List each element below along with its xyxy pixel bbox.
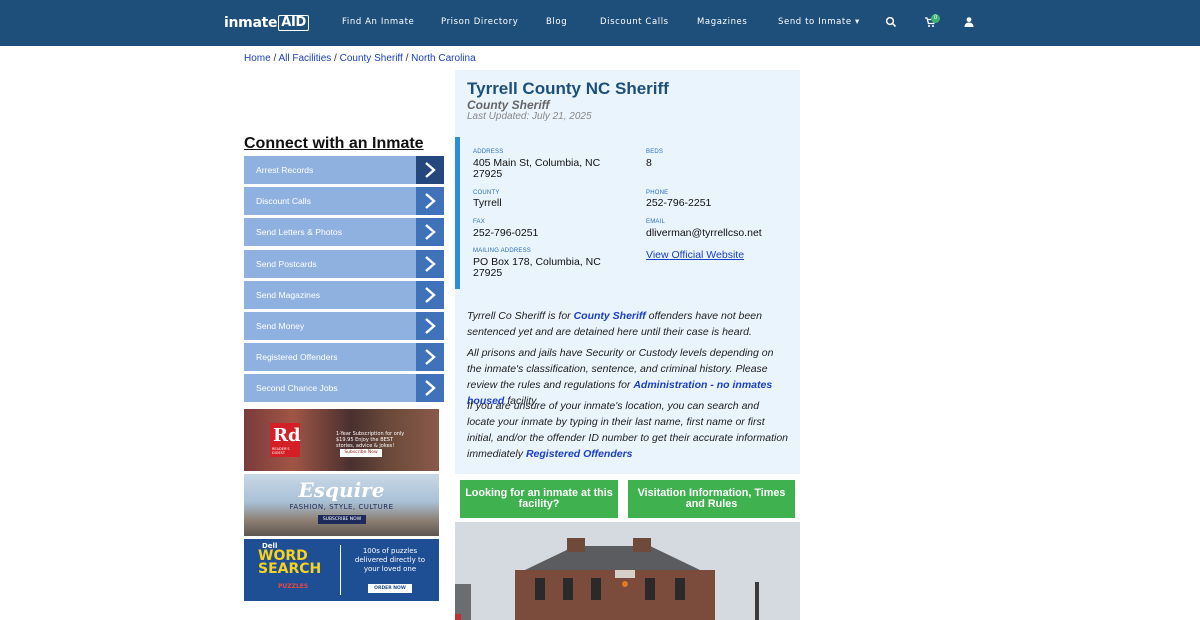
word-search-order-button: ORDER NOW <box>368 584 412 593</box>
rd-brand-text: READER'S DIGEST <box>272 447 290 455</box>
side-item-label: Send Postcards <box>256 258 317 269</box>
rd-logo-box: Rd READER'S DIGEST <box>270 423 301 457</box>
logo-text: inmate <box>224 15 278 31</box>
chevron-right-icon <box>416 374 444 403</box>
looking-for-inmate-button[interactable]: Looking for an inmate at this facility? <box>460 480 618 518</box>
side-item-discount-calls[interactable]: Discount Calls <box>244 187 444 216</box>
fax-value: 252-796-0251 <box>473 227 539 239</box>
ad-divider <box>340 545 341 595</box>
side-item-label: Send Letters & Photos <box>256 227 342 238</box>
esquire-ad[interactable]: Esquire FASHION, STYLE, CULTURE SUBSCRIB… <box>244 474 439 536</box>
facility-info-panel: Tyrrell County NC Sheriff County Sheriff… <box>455 70 800 474</box>
logo-box-text: AID <box>278 15 309 31</box>
rd-subscribe-button: Subscribe Now <box>340 449 382 457</box>
county-value: Tyrrell <box>473 197 502 209</box>
facility-type: County Sheriff <box>467 98 550 112</box>
registered-offenders-link[interactable]: Registered Offenders <box>526 448 633 460</box>
side-item-label: Send Money <box>256 320 305 331</box>
chevron-right-icon <box>416 280 444 309</box>
side-item-send-postcards[interactable]: Send Postcards <box>244 249 444 278</box>
chevron-right-icon <box>416 311 444 340</box>
side-item-label: Arrest Records <box>256 165 314 175</box>
chevron-right-icon <box>416 156 444 184</box>
side-item-label: Send Magazines <box>256 289 321 300</box>
word-search-ad[interactable]: Dell WORD SEARCH PUZZLES 100s of puzzles… <box>244 539 439 601</box>
connect-title: Connect with an Inmate <box>244 135 424 152</box>
chevron-right-icon <box>416 343 444 372</box>
word-search-logo: WORD SEARCH <box>258 548 322 577</box>
caret-down-icon: ▾ <box>855 17 860 27</box>
description-paragraph-1: Tyrrell Co Sheriff is for County Sheriff… <box>467 308 789 340</box>
cart-count-badge: 0 <box>931 14 940 23</box>
esquire-logo: Esquire <box>298 478 385 502</box>
building-illustration <box>455 522 800 620</box>
side-item-label: Second Chance Jobs <box>256 383 338 394</box>
chevron-right-icon <box>416 249 444 278</box>
user-icon[interactable] <box>963 15 977 29</box>
top-navbar: inmate AID Find An Inmate Prison Director… <box>0 0 1200 46</box>
chevron-right-icon <box>416 187 444 216</box>
connect-menu: Arrest Records Discount Calls Send Lette… <box>244 156 444 406</box>
site-logo[interactable]: inmate AID <box>224 14 309 32</box>
desc-text: Tyrrell Co Sheriff is for <box>467 310 574 322</box>
readers-digest-ad[interactable]: Rd READER'S DIGEST 1-Year Subscription f… <box>244 409 439 471</box>
facility-updated: Last Updated: July 21, 2025 <box>467 111 592 122</box>
side-item-second-chance-jobs[interactable]: Second Chance Jobs <box>244 374 444 403</box>
nav-find-an-inmate[interactable]: Find An Inmate <box>342 17 414 27</box>
nav-blog[interactable]: Blog <box>546 17 567 27</box>
chevron-right-icon <box>416 218 444 247</box>
nav-discount-calls[interactable]: Discount Calls <box>600 17 669 27</box>
esquire-tagline: FASHION, STYLE, CULTURE <box>289 503 394 511</box>
word-search-sub: PUZZLES <box>278 583 309 590</box>
visitation-info-button[interactable]: Visitation Information, Times and Rules <box>628 480 795 518</box>
breadcrumb-north-carolina[interactable]: North Carolina <box>411 53 475 64</box>
side-item-send-magazines[interactable]: Send Magazines <box>244 280 444 309</box>
breadcrumb-home[interactable]: Home <box>244 53 271 64</box>
facility-photo <box>455 522 800 620</box>
mailing-address-line-2: 27925 <box>473 267 503 279</box>
phone-value: 252-796-2251 <box>646 197 712 209</box>
county-label: COUNTY <box>473 190 500 196</box>
nav-send-to-inmate[interactable]: Send to Inmate ▾ <box>778 17 860 27</box>
mailing-address-label: MAILING ADDRESS <box>473 248 532 254</box>
side-item-registered-offenders[interactable]: Registered Offenders <box>244 343 444 372</box>
phone-label: PHONE <box>646 190 669 196</box>
beds-label: BEDS <box>646 149 664 155</box>
breadcrumb: Home / All Facilities / County Sheriff /… <box>244 53 476 64</box>
county-sheriff-link[interactable]: County Sheriff <box>574 310 646 322</box>
rd-logo-text: Rd <box>273 425 301 446</box>
side-item-send-money[interactable]: Send Money <box>244 311 444 340</box>
nav-send-to-inmate-label: Send to Inmate <box>778 17 852 27</box>
facility-details: ADDRESS 405 Main St, Columbia, NC 27925 … <box>455 137 800 289</box>
esquire-subscribe-button: SUBSCRIBE NOW <box>318 515 366 524</box>
side-item-label: Discount Calls <box>256 196 311 207</box>
rd-ad-text: 1-Year Subscription for only $19.95 Enjo… <box>336 431 405 449</box>
side-item-label: Registered Offenders <box>256 352 338 363</box>
address-label: ADDRESS <box>473 149 504 155</box>
beds-value: 8 <box>646 157 652 169</box>
side-item-arrest-records[interactable]: Arrest Records <box>244 156 444 184</box>
nav-magazines[interactable]: Magazines <box>697 17 747 27</box>
description-paragraph-3: If you are unsure of your inmate's locat… <box>467 398 789 462</box>
side-item-send-letters-photos[interactable]: Send Letters & Photos <box>244 218 444 247</box>
address-line-2: 27925 <box>473 168 503 180</box>
email-label: EMAIL <box>646 219 666 225</box>
email-value: dliverman@tyrrellcso.net <box>646 227 762 239</box>
search-icon[interactable] <box>885 15 899 29</box>
breadcrumb-all-facilities[interactable]: All Facilities <box>278 53 331 64</box>
word-search-text: 100s of puzzles delivered directly to yo… <box>354 547 426 573</box>
facility-title: Tyrrell County NC Sheriff <box>467 79 669 98</box>
breadcrumb-county-sheriff[interactable]: County Sheriff <box>340 53 403 64</box>
nav-prison-directory[interactable]: Prison Directory <box>441 17 518 27</box>
official-website-link[interactable]: View Official Website <box>646 249 744 261</box>
fax-label: FAX <box>473 219 485 225</box>
